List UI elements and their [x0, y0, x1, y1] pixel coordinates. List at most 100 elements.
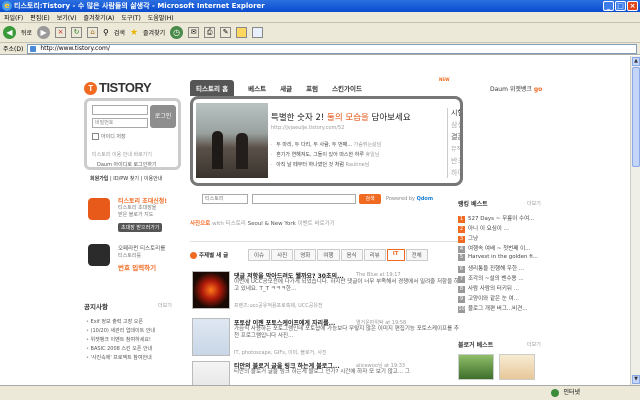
nav-tab-forum[interactable]: 포럼: [306, 83, 318, 93]
edit-icon[interactable]: ✎: [220, 27, 232, 38]
ranking-item[interactable]: 3 그냥: [458, 234, 478, 243]
refresh-icon[interactable]: ↻: [71, 27, 83, 38]
keyword-link[interactable]: 삼성: [451, 120, 460, 130]
favorites-star-icon[interactable]: ★: [130, 28, 138, 38]
tistory-logo[interactable]: T TISTORY: [84, 80, 152, 96]
invite-button[interactable]: 초대장 받으러가기: [118, 223, 163, 232]
scroll-thumb[interactable]: [632, 67, 640, 167]
nav-tab-best[interactable]: 베스트: [248, 83, 266, 93]
remember-id-checkbox[interactable]: 아이디 저장: [92, 133, 126, 140]
notice-item[interactable]: '사진속에' 프로젝트 참여안내: [86, 354, 152, 361]
category-tab[interactable]: 전체: [405, 249, 428, 261]
nav-tab-skin-guide[interactable]: 스킨가이드: [332, 83, 362, 93]
category-tab[interactable]: 영화: [294, 249, 317, 261]
scroll-up-icon[interactable]: ▲: [632, 57, 640, 66]
keyword-link[interactable]: 하이뜨: [451, 168, 460, 178]
invite-icon: [88, 198, 110, 220]
notice-item[interactable]: 위젯뱅크 이벤트 참여하세요!: [86, 336, 151, 343]
folder-icon[interactable]: [236, 27, 248, 38]
promo-title[interactable]: 오페라펀 티스토리를: [118, 244, 165, 252]
notice-item[interactable]: (10/20) 새관리 업데이트 안내: [86, 327, 155, 334]
site-search-input[interactable]: [252, 194, 356, 204]
post-thumbnail[interactable]: [192, 361, 230, 385]
category-tab[interactable]: 음식: [340, 249, 363, 261]
featured-url[interactable]: http://jvjaeulje.tistory.com/52: [271, 125, 344, 131]
find-links[interactable]: | ID/PW 찾기 | 이용안내: [108, 176, 162, 182]
category-tab-active[interactable]: IT: [386, 249, 405, 261]
back-label[interactable]: 뒤로: [21, 28, 32, 37]
mail-icon[interactable]: ✉: [188, 27, 200, 38]
favorites-label[interactable]: 즐겨찾기: [143, 28, 165, 37]
ranking-item[interactable]: 4 여행속 여배 ~ 첫번째 이...: [458, 244, 530, 253]
login-id-input[interactable]: [92, 105, 148, 115]
print-icon[interactable]: ⎙: [204, 27, 216, 38]
ranking-more-link[interactable]: 더보기: [527, 200, 541, 207]
minimize-button[interactable]: _: [603, 1, 614, 11]
login-help-link[interactable]: 티스토리 이용 안내 바로가기: [92, 151, 152, 158]
number-entry-link[interactable]: 번호 입력하기: [118, 262, 156, 272]
blogger-avatar[interactable]: [499, 354, 535, 380]
home-icon[interactable]: ⌂: [87, 27, 99, 38]
menu-edit[interactable]: 편집(E): [30, 13, 50, 22]
forward-arrow-icon[interactable]: ▶: [37, 26, 51, 39]
close-button[interactable]: ×: [627, 1, 638, 11]
join-link[interactable]: 회원가입: [90, 176, 108, 182]
site-search-button[interactable]: 검색: [359, 194, 381, 204]
maximize-button[interactable]: □: [615, 1, 626, 11]
featured-bullet[interactable]: 아직 날 떼부터 하나였던 것 처럼 Rautine님: [271, 161, 369, 168]
ranking-item-label: 조각의 ~설의 벤수용 ...: [468, 276, 524, 282]
page-scrollbar[interactable]: ▲ ▼: [630, 56, 640, 385]
search-icon[interactable]: ⚲: [103, 28, 109, 37]
ranking-item[interactable]: 6 생리통을 진행해 우한 ...: [458, 264, 524, 273]
ranking-item[interactable]: 5 Harvest in the golden fi...: [458, 254, 538, 261]
login-button[interactable]: 로그인: [150, 105, 176, 128]
featured-photo[interactable]: [196, 103, 268, 178]
search-label[interactable]: 검색: [114, 28, 125, 37]
keyword-link[interactable]: 결혼: [451, 132, 460, 142]
keyword-link[interactable]: 시험: [451, 108, 460, 118]
promo-title[interactable]: 티스토리 초대신청!: [118, 196, 167, 205]
stop-icon[interactable]: ×: [55, 27, 67, 38]
ranking-item[interactable]: 9 고양이와 같은 눈 여...: [458, 294, 519, 303]
ranking-item[interactable]: 2 아니 이 요심이 ...: [458, 224, 509, 233]
category-tab[interactable]: 사진: [271, 249, 294, 261]
menu-view[interactable]: 보기(V): [57, 13, 77, 22]
blogger-more-link[interactable]: 더보기: [527, 341, 541, 348]
ranking-item[interactable]: 8 사람 사람의 터키뒤 ...: [458, 284, 519, 293]
history-icon[interactable]: ◷: [170, 26, 184, 39]
category-tab[interactable]: 여행: [317, 249, 340, 261]
daum-widgetbank-link[interactable]: Daum 위젯뱅크 go: [490, 84, 542, 93]
join-links[interactable]: 회원가입 | ID/PW 찾기 | 이용안내: [90, 175, 162, 182]
scroll-down-icon[interactable]: ▼: [632, 375, 640, 384]
nav-tab-new[interactable]: 새글: [280, 83, 292, 93]
notice-more-link[interactable]: 더보기: [158, 302, 172, 309]
menu-tools[interactable]: 도구(T): [121, 13, 140, 22]
category-tab[interactable]: 리뷰: [363, 249, 386, 261]
blogger-avatar[interactable]: [458, 354, 494, 380]
notice-item[interactable]: Exif 정보 출력 고장 오픈: [86, 318, 143, 325]
category-tab[interactable]: 이슈: [248, 249, 271, 261]
category-bar: 주제별 새 글 이슈 사진 영화 여행 음식 리뷰 IT 전체: [190, 249, 463, 261]
messenger-icon[interactable]: [252, 27, 264, 38]
login-password-input[interactable]: 비밀번호: [92, 118, 148, 128]
menu-file[interactable]: 파일(F): [4, 13, 23, 22]
ranking-item[interactable]: 7 조각의 ~설의 벤수용 ...: [458, 274, 524, 283]
ranking-item[interactable]: 1 527 Days ~ 무릎이 수여...: [458, 214, 534, 223]
event-banner[interactable]: 사진으로 with 티스토리 Seoul & New York 이벤트 바로가기: [190, 219, 335, 227]
post-thumbnail[interactable]: [192, 271, 230, 309]
address-input[interactable]: http://www.tistory.com/: [27, 43, 638, 54]
search-scope-select[interactable]: 티스토리: [202, 194, 248, 204]
back-arrow-icon[interactable]: ◀: [3, 26, 16, 39]
featured-bullet[interactable]: 두 마리, 두 다리, 두 사람, 두 번째... 가슴뛰는삶넘: [271, 141, 381, 148]
keyword-link[interactable]: 반크: [451, 156, 460, 166]
menu-help[interactable]: 도움말(H): [148, 13, 174, 22]
nav-tab-home[interactable]: 티스토리 홈: [190, 80, 235, 96]
daum-login-link[interactable]: Daum 아이디로 로그인하기: [97, 161, 157, 168]
post-thumbnail[interactable]: [192, 318, 230, 356]
ranking-item[interactable]: 10 블로그 개편 버그...비견...: [458, 304, 528, 313]
menu-favorites[interactable]: 즐겨찾기(A): [84, 13, 115, 22]
featured-bullet[interactable]: 혼기가 연해져도, 그들이 있어 따스한 하루 휴일님: [271, 151, 379, 158]
notice-item[interactable]: BASIC 2008 스킨 오픈 안내: [86, 345, 153, 352]
featured-headline[interactable]: 특별한 숫자 2! 둘의 모습을 담아보세요: [271, 111, 411, 123]
keyword-link[interactable]: 뮤직비디오: [451, 144, 460, 153]
